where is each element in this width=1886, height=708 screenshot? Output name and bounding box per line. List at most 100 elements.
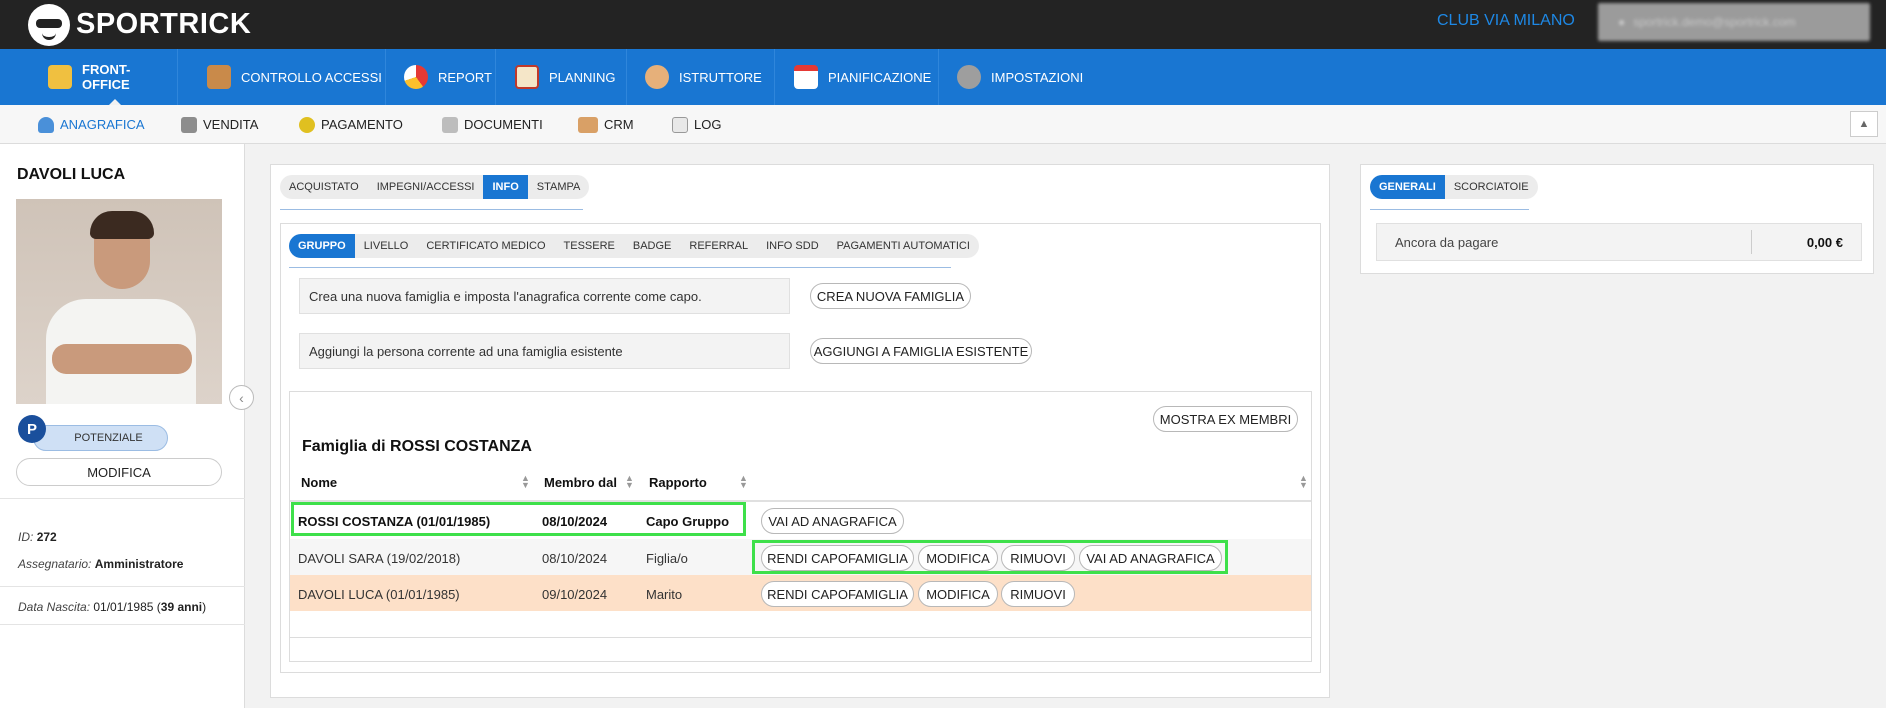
tab-info-sdd[interactable]: INFO SDD (757, 234, 828, 258)
tab-acquistato[interactable]: ACQUISTATO (280, 175, 368, 199)
column-header-membro-dal[interactable]: Membro dal (544, 475, 617, 490)
tab-gruppo[interactable]: GRUPPO (289, 234, 355, 258)
sort-icon[interactable]: ▲ ▼ (1299, 474, 1308, 490)
nav-istruttore[interactable]: ISTRUTTORE (627, 49, 775, 105)
user-email: sportrick.demo@sportrick.com (1633, 15, 1796, 29)
sort-icon[interactable]: ▲ ▼ (625, 474, 634, 490)
subnav-anagrafica[interactable]: ANAGRAFICA (38, 105, 145, 144)
club-name[interactable]: CLUB VIA MILANO (1437, 12, 1575, 30)
nav-impostazioni[interactable]: IMPOSTAZIONI (939, 49, 1099, 105)
nav-label: ISTRUTTORE (679, 69, 762, 85)
subnav-crm[interactable]: CRM (578, 105, 634, 144)
create-family-description: Crea una nuova famiglia e imposta l'anag… (299, 278, 790, 314)
tab-badge[interactable]: BADGE (623, 234, 681, 258)
main-nav: FRONT-OFFICE CONTROLLO ACCESSI REPORT PL… (0, 49, 1886, 106)
balance-row: Ancora da pagare 0,00 € (1376, 223, 1862, 261)
tab-certificato-medico[interactable]: CERTIFICATO MEDICO (417, 234, 555, 258)
sort-icon[interactable]: ▲ ▼ (739, 474, 748, 490)
person-birthdate: Data Nascita: 01/01/1985 (39 anni) (18, 600, 206, 614)
make-family-head-button[interactable]: RENDI CAPOFAMIGLIA (761, 581, 914, 607)
tab-referral[interactable]: REFERRAL (680, 234, 758, 258)
show-ex-members-button[interactable]: MOSTRA EX MEMBRI (1153, 406, 1298, 432)
nav-pianificazione[interactable]: PIANIFICAZIONE (776, 49, 939, 105)
subnav-log[interactable]: LOG (672, 105, 721, 144)
highlight-box (291, 502, 746, 536)
tab-generali[interactable]: GENERALI (1370, 175, 1445, 199)
nav-label: IMPOSTAZIONI (991, 69, 1084, 85)
member-name: DAVOLI SARA (19/02/2018) (298, 551, 461, 566)
tab-info[interactable]: INFO (483, 175, 528, 199)
nav-planning[interactable]: PLANNING (497, 49, 627, 105)
go-to-profile-button[interactable]: VAI AD ANAGRAFICA (761, 508, 904, 534)
family-title: Famiglia di ROSSI COSTANZA (302, 438, 532, 455)
access-control-icon (207, 65, 231, 89)
subnav-pagamento[interactable]: PAGAMENTO (299, 105, 403, 144)
balance-label: Ancora da pagare (1395, 235, 1499, 250)
top-bar: SPORTRICK CLUB VIA MILANO ● sportrick.de… (0, 0, 1886, 49)
instructor-icon (645, 65, 669, 89)
chevron-left-icon: ‹ (239, 389, 244, 406)
add-to-family-button[interactable]: AGGIUNGI A FAMIGLIA ESISTENTE (810, 338, 1032, 364)
subnav-documenti[interactable]: DOCUMENTI (442, 105, 543, 144)
collapse-sidebar-button[interactable]: ‹ (229, 385, 254, 410)
user-account-menu[interactable]: ● sportrick.demo@sportrick.com (1598, 3, 1870, 41)
profile-photo (16, 199, 222, 404)
column-header-rapporto[interactable]: Rapporto (649, 475, 707, 490)
create-family-button[interactable]: CREA NUOVA FAMIGLIA (810, 283, 971, 309)
planning-icon (515, 65, 539, 89)
tab-pagamenti-automatici[interactable]: PAGAMENTI AUTOMATICI (827, 234, 979, 258)
nav-label: CONTROLLO ACCESSI (241, 69, 382, 85)
birth-label: Data Nascita: (18, 600, 91, 614)
member-relation: Marito (646, 587, 683, 602)
tab-tessere[interactable]: TESSERE (554, 234, 624, 258)
cash-register-icon (181, 116, 197, 133)
nav-label: PIANIFICAZIONE (828, 69, 932, 85)
subnav-label: DOCUMENTI (464, 117, 543, 132)
tab-stampa[interactable]: STAMPA (527, 175, 590, 199)
birth-value: 01/01/1985 ( (93, 600, 161, 614)
logo-mark-icon (28, 3, 70, 46)
nav-front-office[interactable]: FRONT-OFFICE (30, 49, 178, 106)
subnav-label: PAGAMENTO (321, 117, 403, 132)
pin-button[interactable]: ▲ (1850, 111, 1878, 137)
tab-underline (280, 209, 583, 210)
document-icon (442, 116, 458, 133)
info-sub-tabs: GRUPPO LIVELLO CERTIFICATO MEDICO TESSER… (289, 234, 979, 258)
log-icon (672, 116, 688, 133)
divider (0, 624, 245, 625)
nav-label: PLANNING (549, 69, 616, 85)
assignee-label: Assegnatario: (18, 557, 92, 571)
edit-person-button[interactable]: MODIFICA (16, 458, 222, 486)
prospect-badge: P (18, 415, 46, 443)
column-header-nome[interactable]: Nome (301, 475, 337, 490)
person-icon (38, 116, 54, 133)
tab-livello[interactable]: LIVELLO (354, 234, 418, 258)
divider (0, 586, 245, 587)
balance-divider (1751, 230, 1752, 254)
logo-text: SPORTRICK (76, 8, 252, 40)
table-footer-divider (290, 637, 1311, 638)
calendar-icon (794, 65, 818, 89)
app-logo[interactable]: SPORTRICK (28, 0, 251, 49)
subnav-vendita[interactable]: VENDITA (181, 105, 258, 144)
edit-member-button[interactable]: MODIFICA (918, 581, 998, 607)
tab-scorciatoie[interactable]: SCORCIATOIE (1444, 175, 1538, 199)
status-badge: POTENZIALE (33, 425, 168, 451)
subnav-label: VENDITA (203, 117, 259, 132)
tab-impegni-accessi[interactable]: IMPEGNI/ACCESSI (367, 175, 484, 199)
sort-icon[interactable]: ▲ ▼ (521, 474, 530, 490)
age-value: 39 anni (160, 600, 203, 614)
balance-value: 0,00 € (1806, 235, 1843, 250)
handshake-icon (578, 116, 598, 133)
nav-report[interactable]: REPORT (386, 49, 496, 105)
pie-chart-icon (404, 65, 428, 89)
pin-icon: ▲ (1858, 118, 1870, 130)
user-icon: ● (1618, 15, 1626, 29)
member-relation: Figlia/o (646, 551, 688, 566)
nav-controllo-accessi[interactable]: CONTROLLO ACCESSI (189, 49, 386, 105)
add-to-family-description: Aggiungi la persona corrente ad una fami… (299, 333, 790, 369)
summary-tabs: GENERALI SCORCIATOIE (1370, 175, 1538, 199)
remove-member-button[interactable]: RIMUOVI (1001, 581, 1075, 607)
member-since: 08/10/2024 (542, 551, 608, 566)
subnav-label: CRM (604, 117, 634, 132)
